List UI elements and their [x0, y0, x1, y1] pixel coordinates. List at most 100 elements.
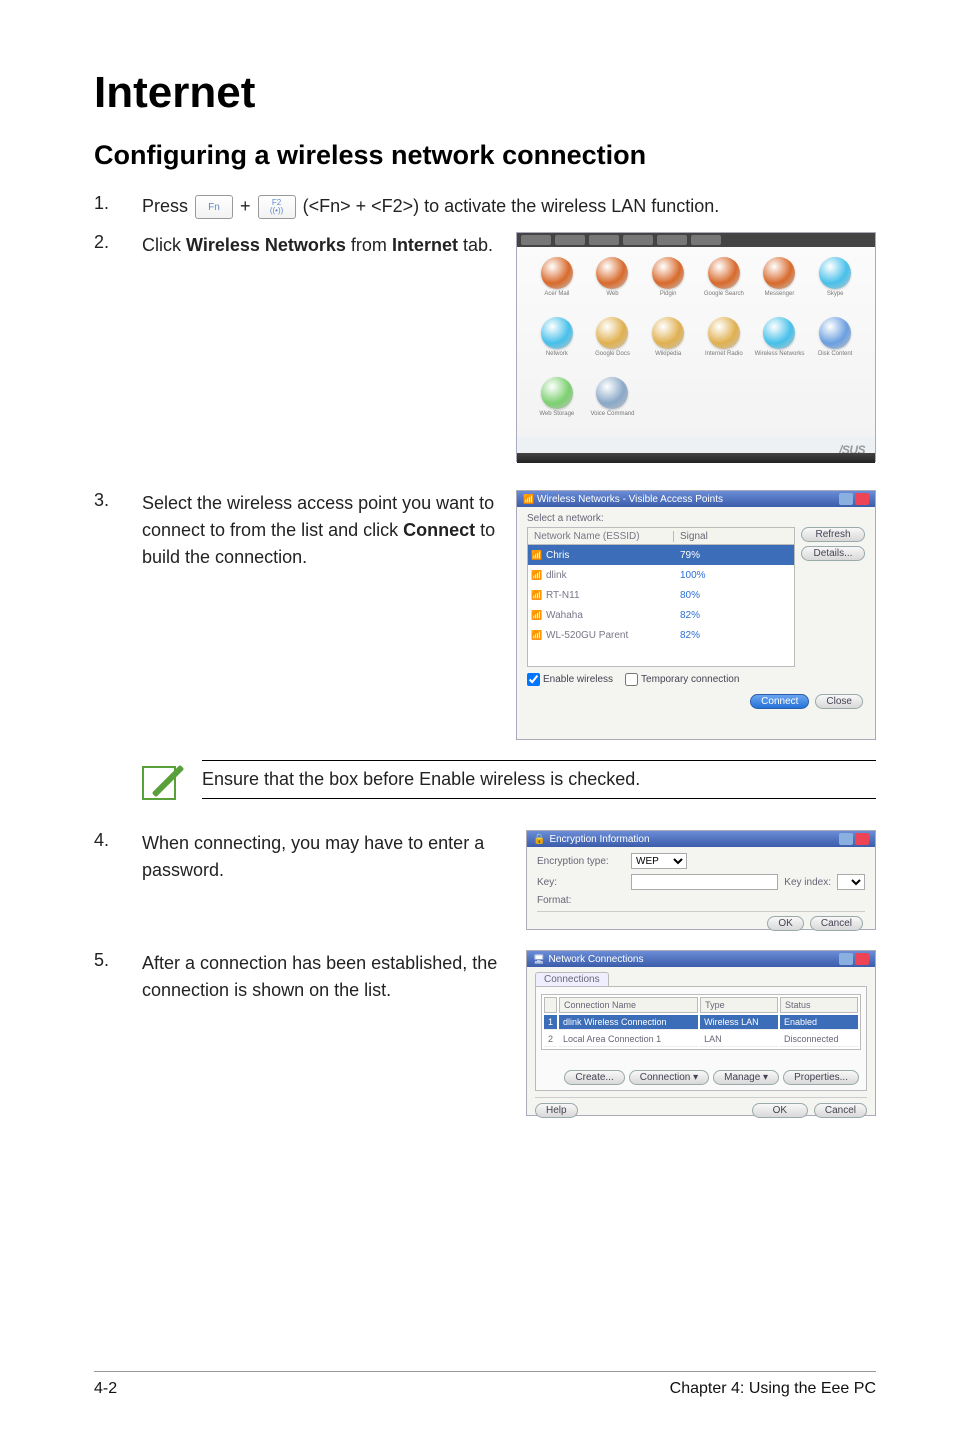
enc-cancel-button[interactable]: Cancel [810, 916, 863, 931]
key-index-select[interactable] [837, 874, 865, 890]
enc-minimize-icon[interactable] [839, 833, 853, 845]
page-number: 4-2 [94, 1380, 117, 1398]
temporary-connection-label: Temporary connection [641, 674, 739, 685]
note-box: Ensure that the box before Enable wirele… [142, 760, 876, 804]
desktop-app-icon[interactable]: Pidgin [642, 257, 694, 311]
access-point-row[interactable]: dlink100% [528, 565, 794, 585]
connection-row[interactable]: 2Local Area Connection 1LANDisconnected [544, 1032, 858, 1047]
access-point-row[interactable]: WL-520GU Parent82% [528, 625, 794, 645]
conn-header-name: Connection Name [559, 997, 698, 1013]
encryption-window-controls[interactable] [839, 833, 869, 845]
connections-tab[interactable]: Connections [535, 972, 609, 986]
section-title: Configuring a wireless network connectio… [94, 140, 876, 171]
step1-post: (<Fn> + <F2>) to activate the wireless L… [303, 196, 720, 216]
desktop-app-icon[interactable]: Network [531, 317, 583, 371]
desktop-app-icon[interactable]: Skype [809, 257, 861, 311]
conn-minimize-icon[interactable] [839, 953, 853, 965]
conn-ok-button[interactable]: OK [752, 1103, 808, 1118]
desktop-app-icon[interactable]: Wikipedia [642, 317, 694, 371]
encryption-dialog: 🔒Encryption Information Encryption type:… [526, 830, 876, 930]
desktop-screenshot: Acer MailWebPidginGoogle SearchMessenger… [516, 232, 876, 462]
note-a: Ensure that the box before [202, 769, 419, 789]
desktop-app-icon[interactable]: Wireless Networks [754, 317, 806, 371]
access-point-row[interactable]: Chris79% [528, 545, 794, 565]
desktop-app-icon[interactable]: Acer Mail [531, 257, 583, 311]
f2-key-icon: F2 ((•)) [258, 195, 296, 219]
desktop-app-icon[interactable]: Google Search [698, 257, 750, 311]
enable-wireless-toggle[interactable]: Enable wireless [527, 673, 613, 686]
encryption-title-text: Encryption Information [549, 834, 649, 845]
details-button[interactable]: Details... [801, 546, 865, 561]
step-3: 3. Select the wireless access point you … [94, 490, 498, 571]
ap-header-name: Network Name (ESSID) [528, 531, 674, 542]
desktop-app-icon[interactable]: Voice Command [587, 377, 639, 431]
step-1-num: 1. [94, 193, 114, 214]
lock-icon: 🔒 [533, 834, 545, 845]
conn-header-status: Status [780, 997, 858, 1013]
help-button[interactable]: Help [535, 1103, 578, 1118]
connection-row[interactable]: 1dlink Wireless ConnectionWireless LANEn… [544, 1015, 858, 1030]
conn-cancel-button[interactable]: Cancel [814, 1103, 867, 1118]
access-point-list[interactable]: Network Name (ESSID) Signal Chris79%dlin… [527, 527, 795, 667]
connect-button[interactable]: Connect [750, 694, 809, 709]
desktop-app-icon[interactable]: Internet Radio [698, 317, 750, 371]
note-b: Enable wireless [419, 769, 545, 789]
desktop-app-icon[interactable]: Disk Content [809, 317, 861, 371]
close-icon[interactable] [855, 493, 869, 505]
step-5-num: 5. [94, 950, 114, 971]
create-button[interactable]: Create... [564, 1070, 624, 1085]
f2-key-bottom: ((•)) [270, 207, 283, 215]
step-4: 4. When connecting, you may have to ente… [94, 830, 508, 884]
access-point-row[interactable]: RT-N1180% [528, 585, 794, 605]
enc-close-icon[interactable] [855, 833, 869, 845]
properties-button[interactable]: Properties... [783, 1070, 859, 1085]
step1-pre: Press [142, 196, 193, 216]
step2-b1: Wireless Networks [186, 235, 346, 255]
chapter-label: Chapter 4: Using the Eee PC [670, 1380, 876, 1398]
minimize-icon[interactable] [839, 493, 853, 505]
ap-header-signal: Signal [674, 531, 794, 542]
step-4-text: When connecting, you may have to enter a… [142, 830, 508, 884]
network-icon [533, 954, 544, 965]
enable-wireless-checkbox[interactable] [527, 673, 540, 686]
key-label: Key: [537, 877, 625, 888]
connections-table[interactable]: Connection Name Type Status 1dlink Wirel… [541, 994, 861, 1050]
step-3-text: Select the wireless access point you wan… [142, 490, 498, 571]
temporary-connection-toggle[interactable]: Temporary connection [625, 673, 739, 686]
select-network-label: Select a network: [527, 513, 865, 524]
manage-menu-button[interactable]: Manage ▾ [713, 1070, 779, 1085]
enc-ok-button[interactable]: OK [767, 916, 803, 931]
step-4-num: 4. [94, 830, 114, 851]
step-1: 1. Press Fn + F2 ((•)) (<Fn> + <F2>) to … [94, 193, 876, 220]
enable-wireless-label: Enable wireless [543, 674, 613, 685]
desktop-app-icon[interactable]: Web Storage [531, 377, 583, 431]
page-footer: 4-2 Chapter 4: Using the Eee PC [94, 1371, 876, 1398]
desktop-app-icon[interactable]: Web [587, 257, 639, 311]
plus-sign: + [240, 196, 251, 216]
step-2: 2. Click Wireless Networks from Internet… [94, 232, 498, 259]
desktop-icon-area: Acer MailWebPidginGoogle SearchMessenger… [517, 247, 875, 437]
desktop-app-icon[interactable]: Google Docs [587, 317, 639, 371]
connection-menu-button[interactable]: Connection ▾ [629, 1070, 709, 1085]
step-1-text: Press Fn + F2 ((•)) (<Fn> + <F2>) to act… [142, 193, 876, 220]
encryption-type-select[interactable]: WEP [631, 853, 687, 869]
step3-b: Connect [403, 520, 475, 540]
step2-c: from [346, 235, 392, 255]
key-index-label: Key index: [784, 877, 831, 888]
desktop-taskbar [517, 453, 875, 463]
step2-d: tab. [458, 235, 493, 255]
conn-close-icon[interactable] [855, 953, 869, 965]
format-label: Format: [537, 895, 625, 906]
connections-window-controls[interactable] [839, 953, 869, 965]
connections-dialog: Network Connections Connections Connecti… [526, 950, 876, 1116]
window-controls[interactable] [839, 493, 869, 505]
key-input[interactable] [631, 874, 778, 890]
step2-a: Click [142, 235, 186, 255]
temporary-connection-checkbox[interactable] [625, 673, 638, 686]
desktop-app-icon[interactable]: Messenger [754, 257, 806, 311]
step-2-num: 2. [94, 232, 114, 253]
access-point-row[interactable]: Wahaha82% [528, 605, 794, 625]
close-button[interactable]: Close [815, 694, 863, 709]
refresh-button[interactable]: Refresh [801, 527, 865, 542]
step-5-text: After a connection has been established,… [142, 950, 508, 1004]
